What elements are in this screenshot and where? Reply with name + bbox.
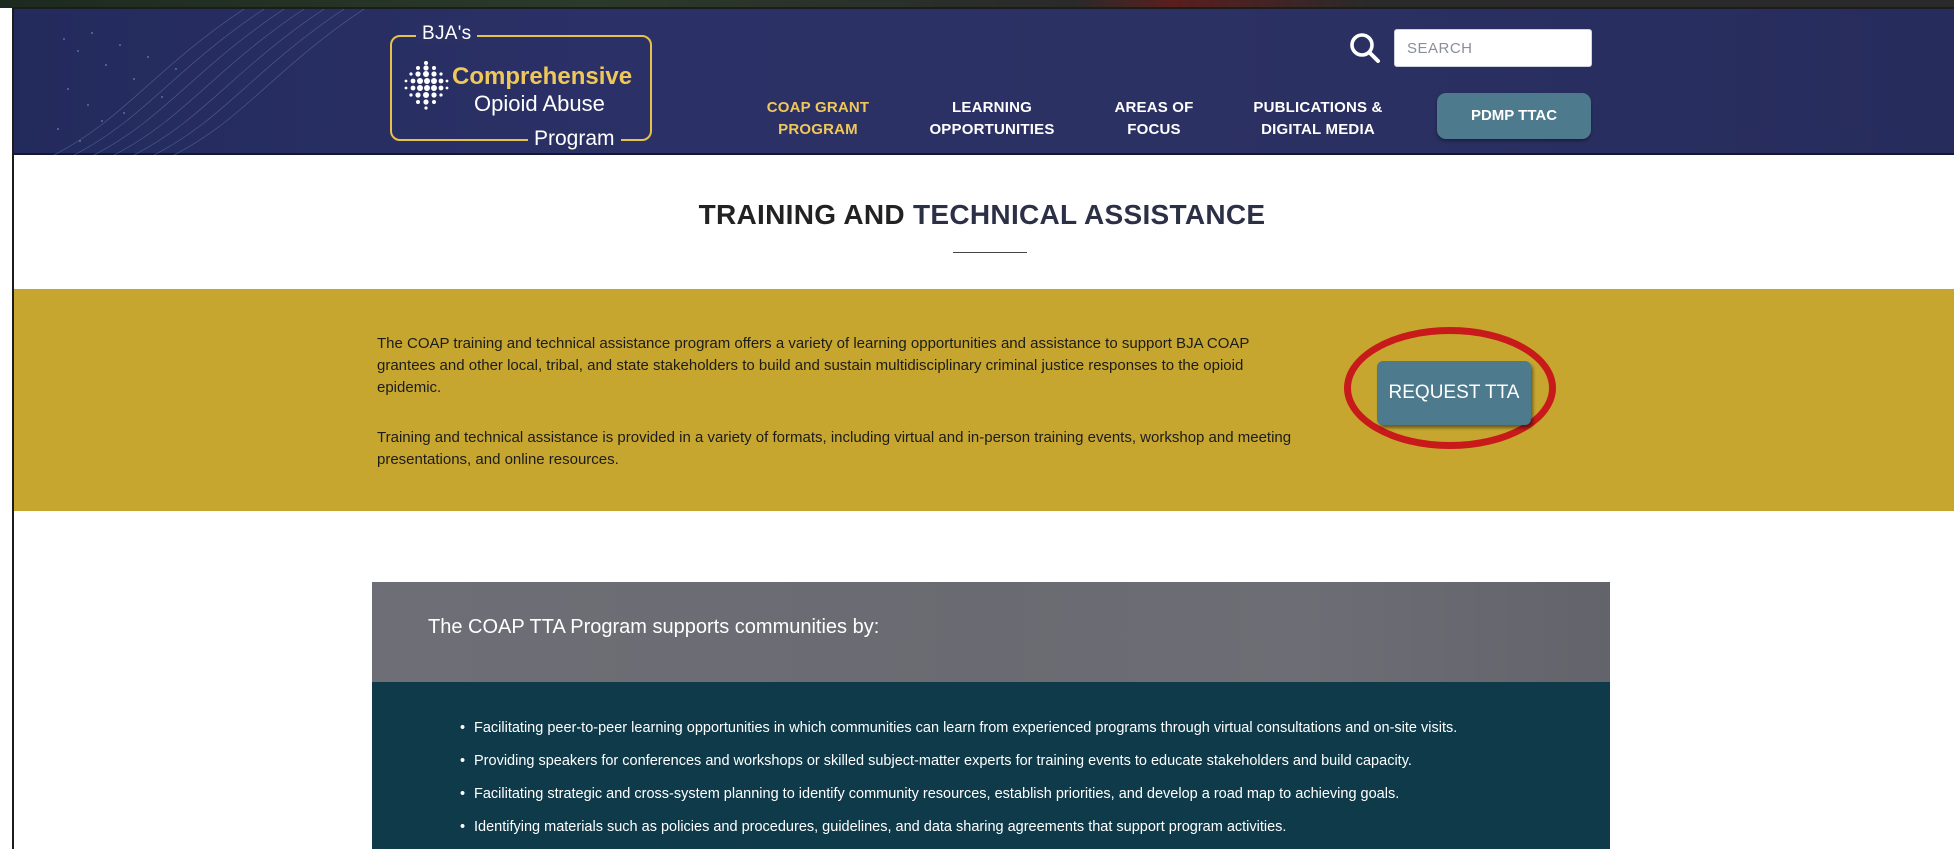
communities-list-panel: Facilitating peer-to-peer learning oppor…	[372, 682, 1610, 849]
nav-label-line1: LEARNING	[952, 99, 1032, 116]
intro-paragraph-1: The COAP training and technical assistan…	[377, 335, 1250, 396]
communities-list: Facilitating peer-to-peer learning oppor…	[460, 712, 1457, 844]
page-title: TRAINING AND TECHNICAL ASSISTANCE	[14, 199, 1954, 231]
intro-paragraph-2: Training and technical assistance is pro…	[377, 429, 1292, 468]
nav-label-line2: FOCUS	[1127, 121, 1181, 138]
nav-label-line1: PUBLICATIONS &	[1253, 99, 1383, 116]
list-item: Facilitating strategic and cross-system …	[460, 778, 1457, 811]
logo-prefix: BJA's	[416, 23, 478, 45]
nav-label-line1: COAP GRANT	[766, 99, 870, 116]
logo-title: Comprehensive	[452, 63, 633, 90]
nav-coap-grant-program[interactable]: COAP GRANT PROGRAM	[748, 97, 888, 141]
list-item: Identifying materials such as policies a…	[460, 811, 1457, 844]
nav-label-line2: PROGRAM	[778, 121, 858, 138]
list-item: Providing speakers for conferences and w…	[460, 745, 1457, 778]
logo-subtitle: Opioid Abuse	[474, 91, 605, 116]
page-title-part2: TECHNICAL ASSISTANCE	[913, 199, 1266, 230]
nav-learning-opportunities[interactable]: LEARNING OPPORTUNITIES	[912, 97, 1072, 141]
communities-heading-panel: The COAP TTA Program supports communitie…	[372, 582, 1610, 682]
list-item: Facilitating peer-to-peer learning oppor…	[460, 712, 1457, 745]
site-logo[interactable]: BJA's Comprehensive Opioid Abuse Program	[390, 23, 652, 151]
nav-areas-of-focus[interactable]: AREAS OF FOCUS	[1096, 97, 1212, 141]
nav-label-line2: OPPORTUNITIES	[929, 121, 1055, 138]
title-divider	[953, 252, 1027, 253]
search-input[interactable]	[1394, 29, 1592, 67]
header-wave-texture	[53, 9, 365, 155]
request-tta-button[interactable]: REQUEST TTA	[1377, 361, 1531, 425]
page-title-part1: TRAINING AND	[698, 199, 913, 230]
intro-band: The COAP training and technical assistan…	[14, 289, 1954, 511]
site-header: BJA's Comprehensive Opioid Abuse Program	[14, 9, 1954, 155]
browser-viewport: BJA's Comprehensive Opioid Abuse Program	[12, 7, 1954, 849]
search-icon[interactable]	[1348, 31, 1382, 65]
pdmp-ttac-button[interactable]: PDMP TTAC	[1437, 93, 1591, 139]
dot-sphere-logo-icon	[404, 61, 449, 110]
nav-label-line1: AREAS OF	[1114, 99, 1194, 116]
communities-heading: The COAP TTA Program supports communitie…	[428, 616, 880, 638]
logo-program: Program	[528, 127, 621, 151]
nav-publications-digital-media[interactable]: PUBLICATIONS & DIGITAL MEDIA	[1238, 97, 1398, 141]
nav-label-line2: DIGITAL MEDIA	[1261, 121, 1375, 138]
